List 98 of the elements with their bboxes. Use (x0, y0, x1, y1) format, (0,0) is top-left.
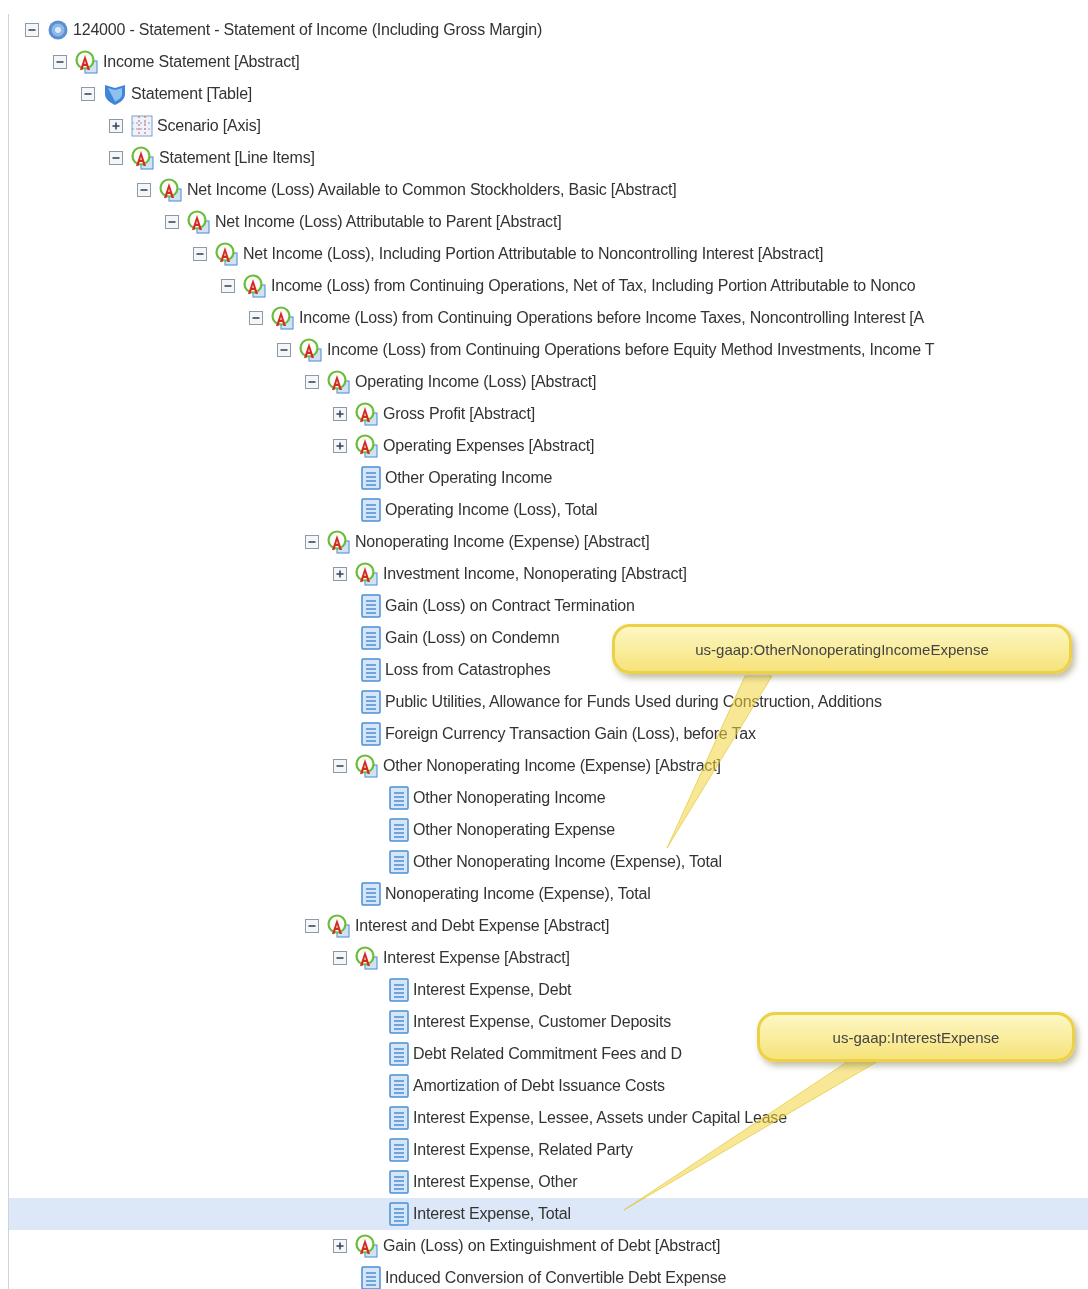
document-icon (389, 786, 409, 810)
collapse-icon[interactable] (25, 23, 39, 37)
tree-item-label[interactable]: Income (Loss) from Continuing Operations before Income Taxes, Noncontrolling Interest [A (299, 309, 925, 327)
tree-item-label[interactable]: Statement [Table] (131, 85, 253, 103)
document-icon (389, 850, 409, 874)
tree-item-label[interactable]: Income (Loss) from Continuing Operations, Net of Tax, Including Portion Attributable to Nonco (271, 277, 916, 295)
tree-item-label[interactable]: Income Statement [Abstract] (103, 53, 300, 71)
tree-item-label[interactable]: Interest and Debt Expense [Abstract] (355, 917, 610, 935)
collapse-icon[interactable] (109, 151, 123, 165)
abstract-concept-icon (75, 50, 99, 74)
collapse-icon[interactable] (221, 279, 235, 293)
collapse-icon[interactable] (137, 183, 151, 197)
document-icon (389, 1010, 409, 1034)
expand-icon[interactable] (333, 439, 347, 453)
collapse-icon[interactable] (81, 87, 95, 101)
tree-item-label[interactable]: Gross Profit [Abstract] (383, 405, 535, 423)
document-icon (361, 466, 381, 490)
shield-icon (103, 82, 127, 106)
abstract-concept-icon (243, 274, 267, 298)
tree-item-label[interactable]: Debt Related Commitment Fees and D (413, 1045, 682, 1063)
tree-item-label[interactable]: Other Operating Income (385, 469, 553, 487)
tree-item-label[interactable]: Other Nonoperating Expense (413, 821, 616, 839)
tree-item-label[interactable]: Interest Expense, Total (413, 1205, 571, 1223)
abstract-concept-icon (355, 946, 379, 970)
expand-icon[interactable] (333, 407, 347, 421)
tree-item-label[interactable]: Statement [Line Items] (159, 149, 315, 167)
tree-item-label[interactable]: Interest Expense, Related Party (413, 1141, 633, 1159)
document-icon (361, 1266, 381, 1289)
document-icon (389, 1202, 409, 1226)
collapse-icon[interactable] (305, 919, 319, 933)
tree-item-label[interactable]: Induced Conversion of Convertible Debt Expense (385, 1269, 727, 1287)
collapse-icon[interactable] (277, 343, 291, 357)
tree-item-label[interactable]: Operating Income (Loss) [Abstract] (355, 373, 597, 391)
abstract-concept-icon (327, 370, 351, 394)
document-icon (389, 1042, 409, 1066)
document-icon (389, 1170, 409, 1194)
tree-item-label[interactable]: Gain (Loss) on Extinguishment of Debt [Abstract] (383, 1237, 721, 1255)
tree-item-label[interactable]: Nonoperating Income (Expense) [Abstract] (355, 533, 650, 551)
tree-item-label[interactable]: Operating Income (Loss), Total (385, 501, 598, 519)
expand-icon[interactable] (333, 567, 347, 581)
tree-item-label[interactable]: Interest Expense, Other (413, 1173, 578, 1191)
tree-item-label[interactable]: Investment Income, Nonoperating [Abstract] (383, 565, 687, 583)
tree-item-label[interactable]: Other Nonoperating Income (413, 789, 606, 807)
collapse-icon[interactable] (53, 55, 67, 69)
collapse-icon[interactable] (193, 247, 207, 261)
document-icon (361, 882, 381, 906)
collapse-icon[interactable] (165, 215, 179, 229)
tree-item-label[interactable]: Net Income (Loss) Available to Common Stockholders, Basic [Abstract] (187, 181, 677, 199)
document-icon (389, 1106, 409, 1130)
tree-item-label[interactable]: Interest Expense, Debt (413, 981, 572, 999)
abstract-concept-icon (355, 402, 379, 426)
tree-item-label[interactable]: Nonoperating Income (Expense), Total (385, 885, 651, 903)
abstract-concept-icon (355, 1234, 379, 1258)
abstract-concept-icon (355, 434, 379, 458)
tree-item-label[interactable]: Operating Expenses [Abstract] (383, 437, 595, 455)
abstract-concept-icon (327, 914, 351, 938)
expand-icon[interactable] (109, 119, 123, 133)
abstract-concept-icon (327, 530, 351, 554)
tree-item-label[interactable]: Amortization of Debt Issuance Costs (413, 1077, 665, 1095)
document-icon (389, 818, 409, 842)
tree-item-label[interactable]: Net Income (Loss) Attributable to Parent [Abstract] (215, 213, 562, 231)
collapse-icon[interactable] (305, 375, 319, 389)
tree-item-label[interactable]: Loss from Catastrophes (385, 661, 551, 679)
document-icon (361, 658, 381, 682)
tree-item-label[interactable]: Net Income (Loss), Including Portion Attributable to Noncontrolling Interest [Abstract] (243, 245, 824, 263)
abstract-concept-icon (355, 754, 379, 778)
document-icon (361, 722, 381, 746)
document-icon (361, 498, 381, 522)
tree-item-label[interactable]: Gain (Loss) on Contract Termination (385, 597, 635, 615)
collapse-icon[interactable] (333, 951, 347, 965)
document-icon (361, 626, 381, 650)
collapse-icon[interactable] (249, 311, 263, 325)
collapse-icon[interactable] (333, 759, 347, 773)
abstract-concept-icon (271, 306, 295, 330)
document-icon (389, 978, 409, 1002)
abstract-concept-icon (159, 178, 183, 202)
tree-item-label[interactable]: Interest Expense, Customer Deposits (413, 1013, 671, 1031)
document-icon (361, 594, 381, 618)
abstract-concept-icon (187, 210, 211, 234)
tree-item-label[interactable]: Interest Expense [Abstract] (383, 949, 570, 967)
expand-icon[interactable] (333, 1239, 347, 1253)
tree-item-label[interactable]: 124000 - Statement - Statement of Income (Including Gross Margin) (73, 21, 542, 39)
gear-icon (47, 19, 69, 41)
document-icon (389, 1074, 409, 1098)
tree-item-label[interactable]: Scenario [Axis] (157, 117, 261, 135)
tree-item-label[interactable]: Income (Loss) from Continuing Operations before Equity Method Investments, Income T (327, 341, 935, 359)
tree-item-label[interactable]: Gain (Loss) on Condemn (385, 629, 560, 647)
callout: us-gaap:OtherNonoperatingIncomeExpense (612, 624, 1072, 674)
grid-icon (131, 115, 153, 137)
collapse-icon[interactable] (305, 535, 319, 549)
abstract-concept-icon (299, 338, 323, 362)
callout: us-gaap:InterestExpense (757, 1012, 1075, 1062)
document-icon (361, 690, 381, 714)
tree-item-label[interactable]: Other Nonoperating Income (Expense), Total (413, 853, 722, 871)
document-icon (389, 1138, 409, 1162)
abstract-concept-icon (131, 146, 155, 170)
abstract-concept-icon (215, 242, 239, 266)
abstract-concept-icon (355, 562, 379, 586)
